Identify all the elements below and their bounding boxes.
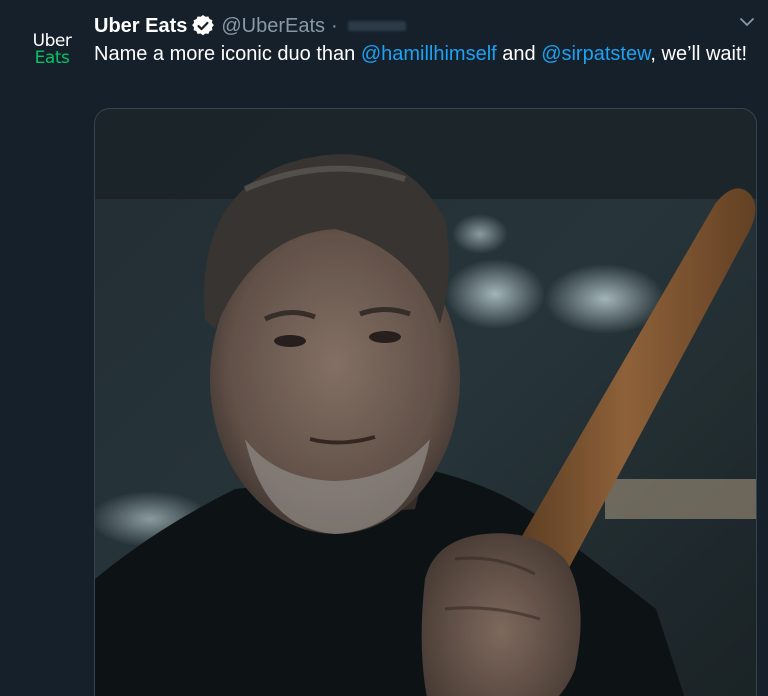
- timestamp-blurred[interactable]: [347, 21, 406, 31]
- tweet-text-part: and: [496, 43, 542, 65]
- mention-hamillhimself[interactable]: @hamillhimself: [361, 43, 497, 65]
- media-still-image: [95, 109, 756, 696]
- tweet-card[interactable]: Uber Eats Uber Eats @UberEats · Name a m…: [0, 0, 768, 696]
- verified-badge-icon: [192, 14, 215, 37]
- tweet-media[interactable]: [94, 108, 757, 696]
- chevron-down-icon[interactable]: [738, 13, 756, 31]
- avatar-eats-text: Eats: [34, 48, 70, 68]
- display-name[interactable]: Uber Eats: [94, 15, 187, 38]
- separator-dot: ·: [331, 14, 338, 37]
- mention-sirpatstew[interactable]: @sirpatstew: [541, 43, 650, 65]
- avatar[interactable]: Uber Eats: [22, 20, 82, 80]
- tweet-text-part: , we’ll wait!: [650, 43, 748, 65]
- user-handle[interactable]: @UberEats: [221, 15, 325, 38]
- tweet-header: Uber Eats @UberEats ·: [94, 12, 406, 40]
- tweet-text-part: Name a more iconic duo than: [94, 43, 361, 65]
- tweet-text: Name a more iconic duo than @hamillhimse…: [94, 40, 754, 69]
